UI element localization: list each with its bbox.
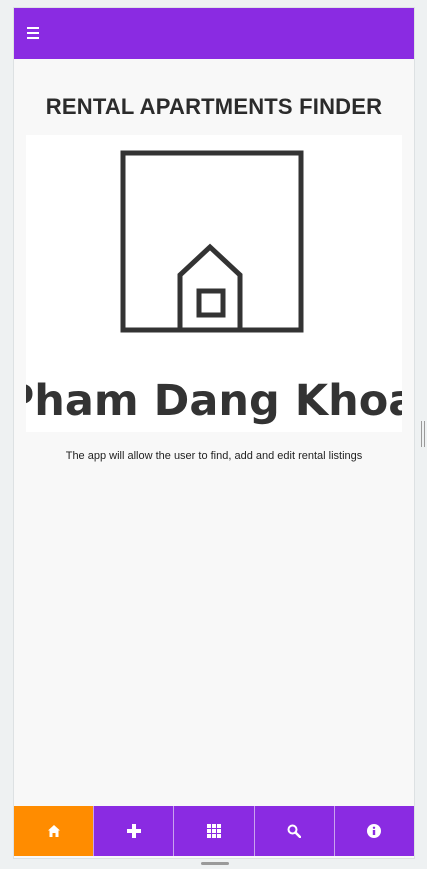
plus-icon [126, 824, 141, 838]
nav-info-button[interactable] [333, 806, 414, 856]
logo-name: Pham Dang Khoa [26, 376, 402, 426]
bottom-navigation [14, 806, 414, 856]
nav-add-button[interactable] [93, 806, 173, 856]
search-icon [287, 824, 302, 838]
grid-icon [207, 824, 221, 838]
app-screen: RENTAL APARTMENTS FINDER Pham Dang Khoa … [14, 8, 414, 858]
page-title: RENTAL APARTMENTS FINDER [45, 94, 383, 119]
house-in-frame-icon: Pham Dang Khoa [26, 150, 402, 426]
window-resize-handle[interactable] [421, 421, 425, 447]
nav-home-button[interactable] [14, 806, 94, 856]
app-description: The app will allow the user to find, add… [65, 450, 363, 462]
home-indicator [201, 862, 229, 865]
nav-search-button[interactable] [253, 806, 334, 856]
nav-grid-button[interactable] [173, 806, 253, 856]
top-app-bar [14, 8, 414, 59]
info-icon [367, 824, 382, 838]
logo-banner: Pham Dang Khoa [26, 135, 402, 432]
home-icon [47, 825, 60, 837]
hamburger-menu-icon[interactable] [26, 25, 42, 41]
